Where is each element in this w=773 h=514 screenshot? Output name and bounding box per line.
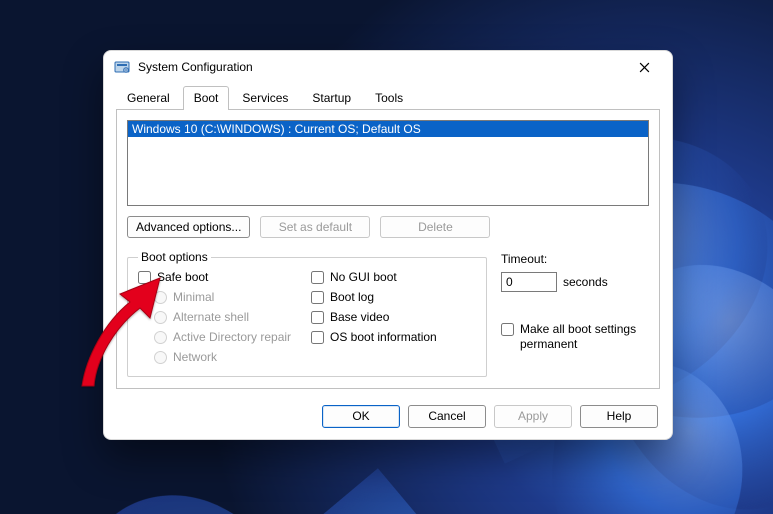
boot-options-group: Boot options Safe boot Minimal	[127, 250, 487, 377]
tab-startup[interactable]: Startup	[301, 86, 362, 110]
advanced-options-button[interactable]: Advanced options...	[127, 216, 250, 238]
tab-boot[interactable]: Boot	[183, 86, 230, 110]
boot-options-legend: Boot options	[138, 250, 211, 264]
delete-button: Delete	[380, 216, 490, 238]
safe-boot-alt-shell-radio: Alternate shell	[154, 310, 303, 324]
set-default-button: Set as default	[260, 216, 370, 238]
safe-boot-checkbox[interactable]: Safe boot	[138, 270, 303, 284]
timeout-label: Timeout:	[501, 252, 645, 266]
os-list[interactable]: Windows 10 (C:\WINDOWS) : Current OS; De…	[127, 120, 649, 206]
help-button[interactable]: Help	[580, 405, 658, 428]
os-boot-info-checkbox[interactable]: OS boot information	[311, 330, 476, 344]
tab-general[interactable]: General	[116, 86, 181, 110]
tab-services[interactable]: Services	[231, 86, 299, 110]
app-icon	[114, 59, 130, 75]
safe-boot-network-radio: Network	[154, 350, 303, 364]
close-icon	[639, 62, 650, 73]
os-list-item[interactable]: Windows 10 (C:\WINDOWS) : Current OS; De…	[128, 121, 648, 137]
no-gui-boot-checkbox[interactable]: No GUI boot	[311, 270, 476, 284]
titlebar: System Configuration	[104, 51, 672, 83]
cancel-button[interactable]: Cancel	[408, 405, 486, 428]
timeout-unit: seconds	[563, 275, 608, 289]
apply-button: Apply	[494, 405, 572, 428]
safe-boot-ad-repair-radio: Active Directory repair	[154, 330, 303, 344]
tab-tools[interactable]: Tools	[364, 86, 414, 110]
window-title: System Configuration	[138, 60, 253, 74]
tab-panel-boot: Windows 10 (C:\WINDOWS) : Current OS; De…	[116, 109, 660, 389]
ok-button[interactable]: OK	[322, 405, 400, 428]
system-configuration-dialog: System Configuration General Boot Servic…	[103, 50, 673, 440]
safe-boot-minimal-radio: Minimal	[154, 290, 303, 304]
boot-log-checkbox[interactable]: Boot log	[311, 290, 476, 304]
make-permanent-checkbox[interactable]: Make all boot settings permanent	[501, 322, 645, 352]
base-video-checkbox[interactable]: Base video	[311, 310, 476, 324]
close-button[interactable]	[626, 53, 662, 81]
tab-strip: General Boot Services Startup Tools	[104, 83, 672, 109]
dialog-footer: OK Cancel Apply Help	[104, 399, 672, 439]
timeout-input[interactable]	[501, 272, 557, 292]
safe-boot-input[interactable]	[138, 271, 151, 284]
